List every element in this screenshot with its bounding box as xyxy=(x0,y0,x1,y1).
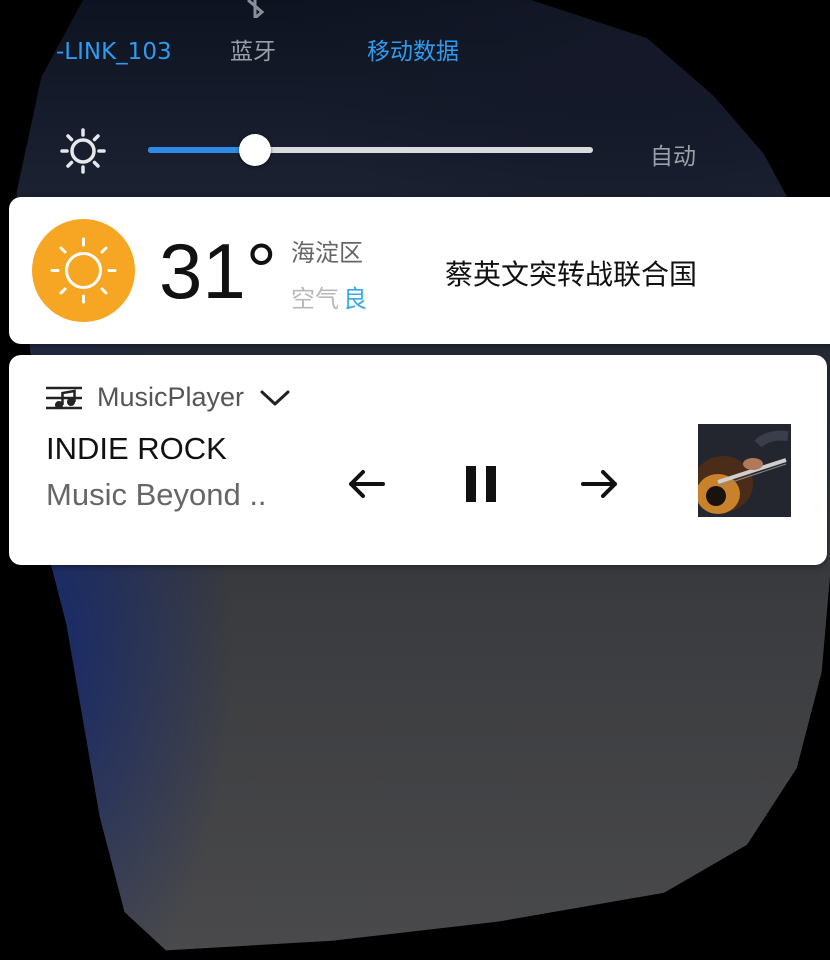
pause-icon[interactable] xyxy=(459,460,507,508)
temperature: 31° xyxy=(159,227,277,315)
brightness-slider-thumb[interactable] xyxy=(238,134,271,166)
album-art xyxy=(698,424,791,517)
auto-brightness-label[interactable]: 自动 xyxy=(650,137,698,171)
weather-location: 海淀区 xyxy=(291,239,363,267)
music-app-name: MusicPlayer xyxy=(97,382,245,412)
air-quality: 空气良 xyxy=(291,279,367,314)
chevron-down-icon[interactable] xyxy=(259,387,291,409)
brightness-icon xyxy=(60,128,106,174)
brightness-slider[interactable] xyxy=(148,134,593,166)
bluetooth-toggle-label[interactable]: 蓝牙 xyxy=(230,38,276,66)
sun-icon xyxy=(50,237,117,304)
track-title: INDIE ROCK xyxy=(46,431,227,466)
wifi-toggle-label[interactable]: -LINK_103 xyxy=(56,38,172,66)
music-notification-card[interactable]: MusicPlayer INDIE ROCK Music Beyond .. xyxy=(9,355,827,565)
track-artist: Music Beyond .. xyxy=(46,477,267,512)
news-headline[interactable]: 蔡英文突转战联合国 xyxy=(445,253,697,293)
bluetooth-icon xyxy=(247,0,265,18)
notification-shade: -LINK_103 蓝牙 移动数据 自动 31° 海淀区 空气 良 蔡英文突转战… xyxy=(0,0,830,960)
weather-badge xyxy=(32,219,135,322)
arrow-left-icon[interactable] xyxy=(343,460,391,508)
weather-card[interactable]: 31° 海淀区 空气良 蔡英文突转战联合国 xyxy=(9,197,830,344)
air-quality-value: 良 xyxy=(343,285,367,313)
mobile-data-toggle-label[interactable]: 移动数据 xyxy=(367,38,459,66)
arrow-right-icon[interactable] xyxy=(575,460,623,508)
music-app-icon xyxy=(46,386,82,410)
air-quality-label: 空气 xyxy=(291,285,339,313)
